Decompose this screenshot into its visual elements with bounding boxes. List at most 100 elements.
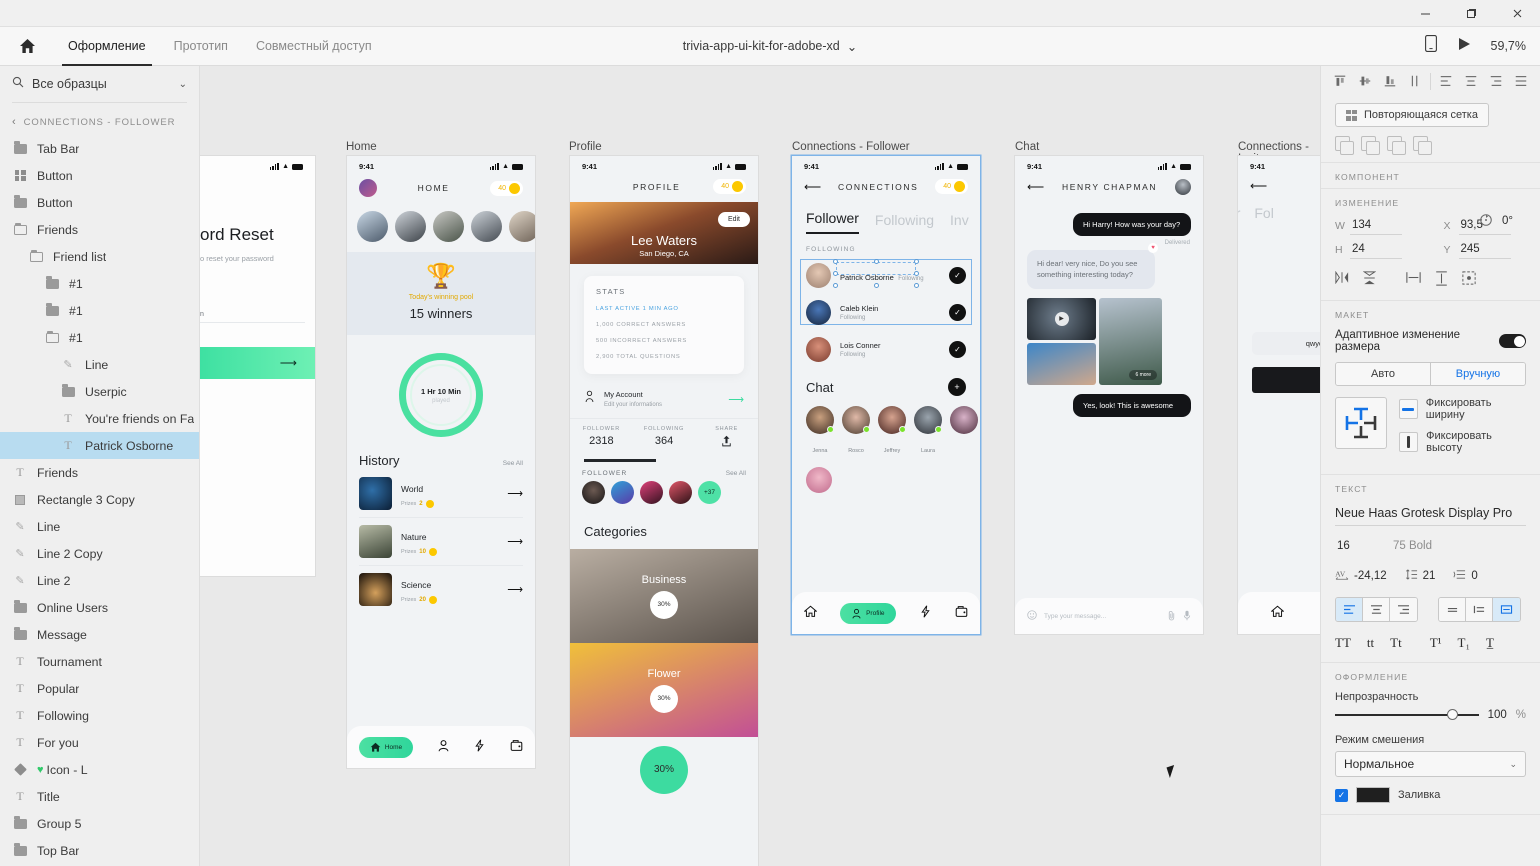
distribute-h-icon[interactable] — [1406, 271, 1421, 289]
responsive-resize-row[interactable]: Адаптивное изменение размера — [1335, 329, 1526, 353]
artboard-connections-follower[interactable]: 9:41 ▲ ⟵ CONNECTIONS 40 Follower Followi… — [792, 156, 980, 634]
letter-spacing-value[interactable]: -24,12 — [1354, 570, 1387, 582]
layer-item[interactable]: Tab Bar — [0, 135, 199, 162]
add-icon[interactable]: + — [948, 378, 966, 396]
paragraph-spacing-value[interactable]: 0 — [1471, 570, 1477, 582]
y-field-row[interactable]: Y 245 — [1444, 241, 1527, 259]
tab-invite[interactable]: Inv — [950, 212, 969, 234]
layer-item[interactable]: T Tournament — [0, 648, 199, 675]
close-button[interactable] — [1494, 0, 1540, 27]
see-all-link[interactable]: See All — [726, 470, 746, 477]
text-middle-icon[interactable] — [1466, 598, 1493, 621]
opacity-value[interactable]: 100 — [1488, 709, 1507, 721]
history-row[interactable]: Nature Prizes 10 ⟶ — [347, 522, 535, 561]
titlecase-icon[interactable]: Tt — [1390, 635, 1402, 651]
fix-width-row[interactable]: Фиксировать ширину — [1399, 397, 1526, 421]
counter-share[interactable]: SHARE — [695, 419, 758, 459]
artboard-connections-invite[interactable]: 9:41 ⟵ CON ollower Fol Invite Earn 0.5 p… — [1238, 156, 1320, 634]
font-size-input[interactable]: 16 — [1335, 538, 1365, 555]
tab-bar[interactable]: Profile — [792, 592, 980, 634]
online-user[interactable]: Laura — [914, 406, 942, 457]
transform-tools-row[interactable] — [1335, 270, 1526, 289]
fix-height-row[interactable]: Фиксировать высоту — [1399, 430, 1526, 454]
tab-bar[interactable]: Home — [347, 726, 535, 768]
avatar[interactable] — [582, 481, 605, 504]
avatar[interactable] — [669, 481, 692, 504]
breadcrumb[interactable]: ‹ CONNECTIONS - FOLLOWER — [0, 109, 199, 135]
search-input[interactable]: Все образцы — [32, 77, 171, 91]
online-user[interactable]: Jeffrey — [878, 406, 906, 457]
uppercase-icon[interactable]: TT — [1335, 635, 1351, 651]
text-align-group[interactable] — [1335, 597, 1418, 622]
distribute-more-icon[interactable] — [1509, 67, 1534, 95]
align-top-icon[interactable] — [1327, 67, 1352, 95]
selection-handle[interactable] — [874, 282, 879, 288]
arrow-left-icon[interactable]: ⟵ — [1250, 179, 1267, 193]
text-top-icon[interactable] — [1439, 598, 1466, 621]
line-height-field[interactable]: 21 — [1405, 568, 1435, 584]
paragraph-spacing-field[interactable]: 0 — [1453, 568, 1478, 584]
font-weight-select[interactable]: 75 Bold — [1391, 538, 1443, 555]
layer-item[interactable]: T For you — [0, 729, 199, 756]
wallet-icon[interactable] — [510, 739, 523, 755]
layer-item[interactable]: #1 — [0, 270, 199, 297]
union-icon[interactable] — [1335, 136, 1354, 155]
fix-width-icon[interactable] — [1399, 399, 1418, 419]
text-case-row[interactable]: TT tt Tt T¹ T₁ T̲ — [1335, 635, 1526, 651]
layer-item[interactable]: Friends — [0, 216, 199, 243]
selection-handle[interactable] — [833, 258, 838, 264]
check-icon[interactable]: ✓ — [949, 341, 966, 358]
online-users-row[interactable]: Jenna Rosco Jeffrey Laura — [792, 402, 980, 457]
layer-item[interactable]: T Title — [0, 783, 199, 810]
tab-follower[interactable]: ollower — [1238, 205, 1240, 221]
password-reset-submit-button[interactable]: ⟶ — [200, 347, 315, 379]
account-row[interactable]: My Account Edit your informations ⟶ — [570, 386, 758, 408]
maximize-button[interactable] — [1448, 0, 1494, 27]
tab-home[interactable]: Home — [358, 736, 414, 758]
arrow-left-icon[interactable]: ⟵ — [804, 180, 821, 194]
fill-checkbox[interactable]: ✓ — [1335, 788, 1348, 802]
selection-handle[interactable] — [833, 282, 838, 288]
see-all-link[interactable]: See All — [503, 460, 523, 467]
media-image[interactable] — [1027, 342, 1096, 385]
category-card[interactable]: 30% — [570, 737, 758, 797]
fill-swatch[interactable] — [1356, 787, 1390, 803]
tab-bar[interactable]: P — [1238, 592, 1320, 634]
story-avatar[interactable] — [509, 211, 535, 242]
online-user[interactable] — [950, 406, 978, 457]
align-left-edges-icon[interactable] — [1402, 67, 1427, 95]
asset-search-row[interactable]: Все образцы ⌄ — [0, 66, 199, 102]
layer-item[interactable]: ✎ Line 2 Copy — [0, 540, 199, 567]
resize-mode-buttons[interactable]: Авто Вручную — [1335, 362, 1526, 386]
share-icon[interactable] — [695, 435, 758, 450]
intersect-icon[interactable] — [1387, 136, 1406, 155]
minimize-button[interactable] — [1402, 0, 1448, 27]
friend-row[interactable]: Patrick Osborne Following ✓ — [792, 257, 980, 294]
play-icon[interactable]: ▶ — [1054, 311, 1069, 326]
arrow-right-icon[interactable]: ⟶ — [507, 583, 523, 596]
home-icon[interactable] — [803, 605, 818, 621]
avatar[interactable] — [359, 179, 377, 197]
avatar[interactable] — [806, 263, 831, 288]
edit-button[interactable]: Edit — [717, 212, 750, 227]
artboard-profile[interactable]: 9:41 ▲ PROFILE 40 Edit Lee Waters San Di… — [570, 156, 758, 866]
align-text-center-icon[interactable] — [1363, 598, 1390, 621]
mode-manual-button[interactable]: Вручную — [1430, 363, 1525, 385]
fill-row[interactable]: ✓ Заливка — [1335, 787, 1526, 803]
person-icon[interactable] — [437, 739, 450, 755]
invite-code[interactable]: qwyd7278ehje9 — [1252, 332, 1320, 355]
play-icon[interactable] — [1457, 37, 1471, 56]
height-field-row[interactable]: H 24 — [1335, 241, 1418, 259]
layer-item[interactable]: Online Users — [0, 594, 199, 621]
avatar[interactable] — [806, 337, 831, 362]
rotation-row[interactable]: 0° — [1479, 213, 1526, 230]
tab-profile[interactable]: Profile — [840, 602, 896, 624]
selection-handle[interactable] — [833, 270, 838, 276]
align-vertical-center-icon[interactable] — [1352, 67, 1377, 95]
friend-row[interactable]: Lois Conner Following ✓ — [792, 331, 980, 368]
rotate-icon[interactable] — [1479, 213, 1493, 230]
selection-handle[interactable] — [914, 282, 919, 288]
layer-item[interactable]: #1 — [0, 324, 199, 351]
distribute-v-icon[interactable] — [1435, 271, 1448, 289]
wallet-icon[interactable] — [955, 605, 968, 621]
